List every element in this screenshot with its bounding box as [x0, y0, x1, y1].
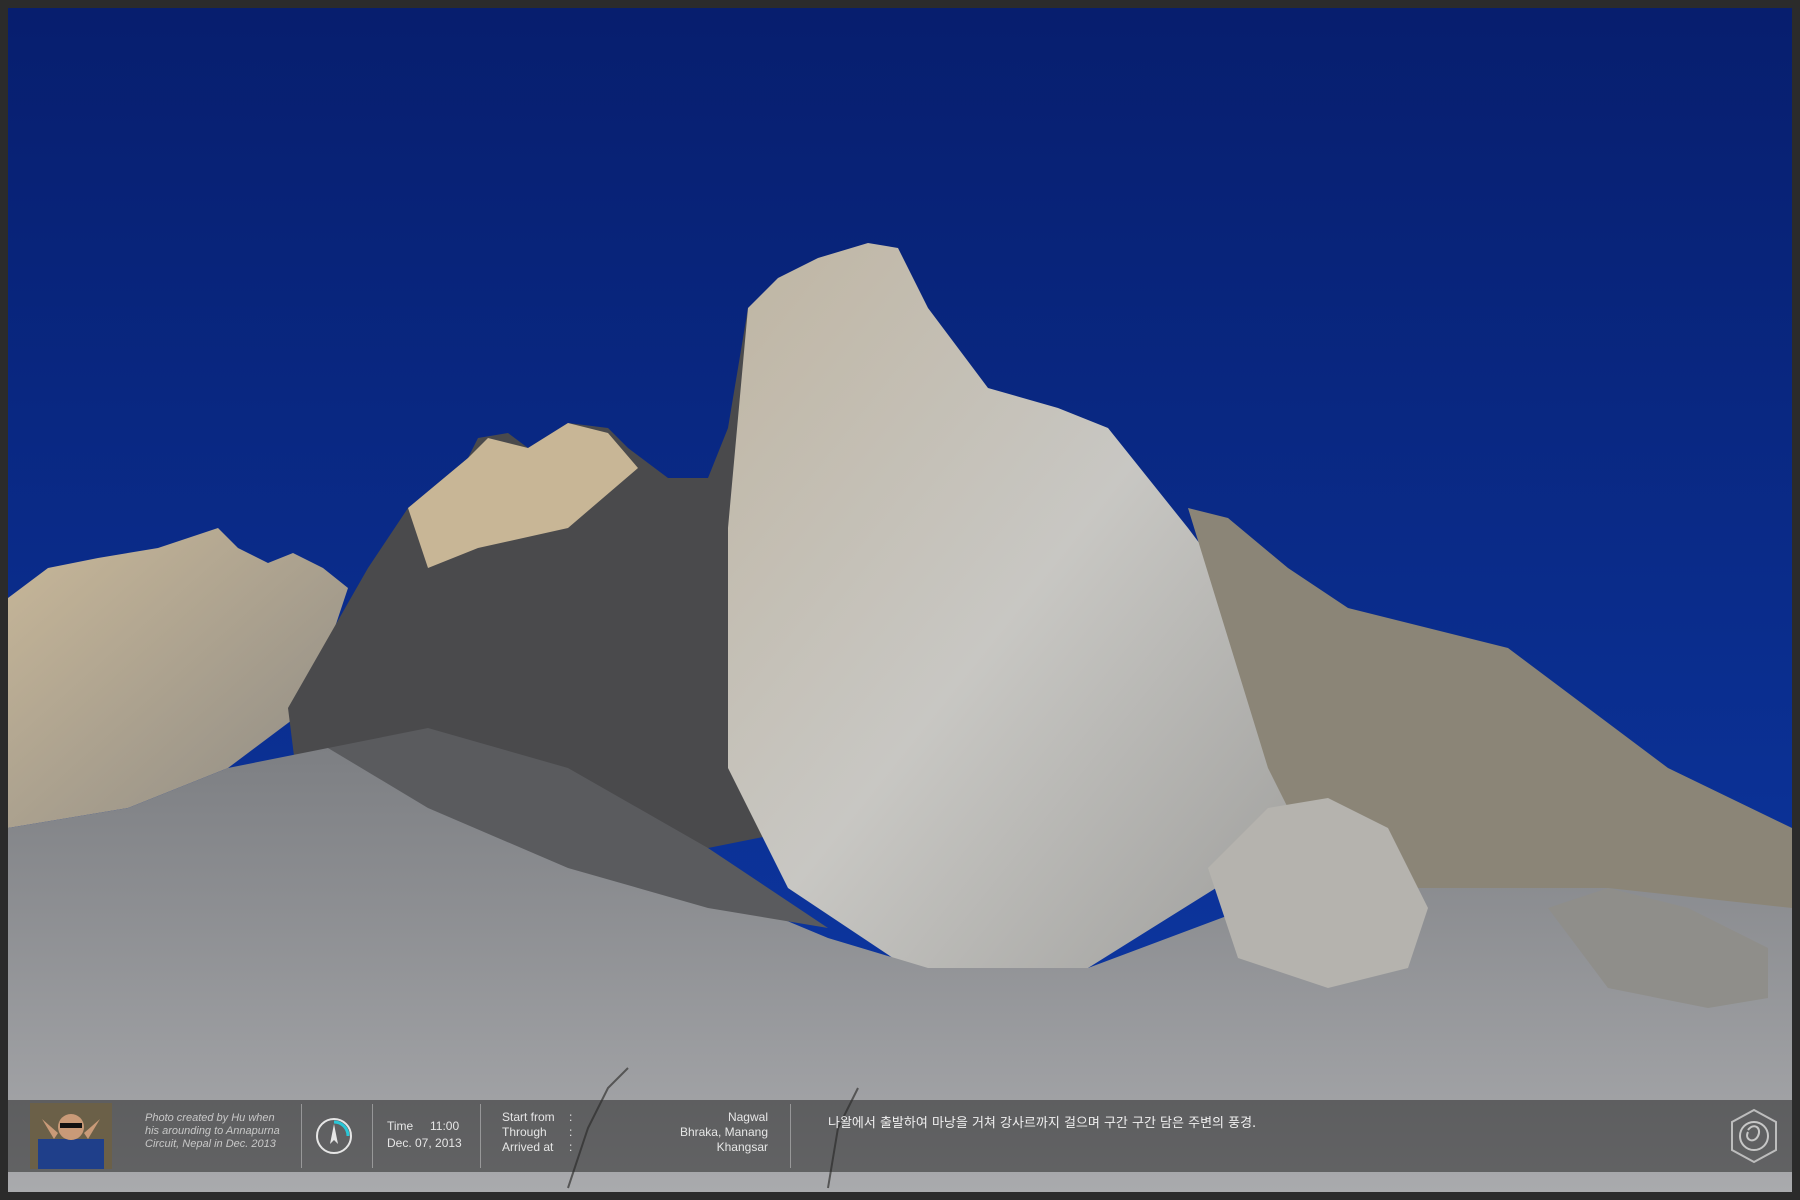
colon: : — [569, 1140, 573, 1154]
photo-caption: 나왈에서 출발하여 마낭을 거쳐 강사르까지 걸으며 구간 구간 담은 주변의 … — [828, 1116, 1257, 1131]
start-label: Start from — [502, 1110, 555, 1124]
arrived-label: Arrived at — [502, 1140, 554, 1154]
colon: : — [569, 1125, 573, 1139]
divider — [790, 1104, 791, 1168]
mountain-scene — [8, 8, 1792, 1192]
divider — [480, 1104, 481, 1168]
start-value: Nagwal — [727, 1110, 768, 1124]
rose-logo — [1731, 1108, 1777, 1164]
avatar — [30, 1103, 112, 1169]
through-value: Bhraka, Manang — [679, 1125, 768, 1139]
time-label: Time — [387, 1119, 414, 1133]
divider — [301, 1104, 302, 1168]
through-label: Through — [502, 1125, 547, 1139]
photo-frame: Photo created by Hu when his arounding t… — [0, 0, 1800, 1200]
arrived-value: Khangsar — [716, 1140, 768, 1154]
photo-credit: Photo created by Hu when his arounding t… — [145, 1112, 280, 1150]
divider — [372, 1104, 373, 1168]
compass-icon — [316, 1118, 352, 1154]
landscape-photo — [8, 8, 1792, 1192]
date-value: Dec. 07, 2013 — [387, 1136, 462, 1150]
info-bar: Photo created by Hu when his arounding t… — [8, 1100, 1792, 1172]
time-value: 11:00 — [430, 1119, 460, 1133]
colon: : — [569, 1110, 573, 1124]
